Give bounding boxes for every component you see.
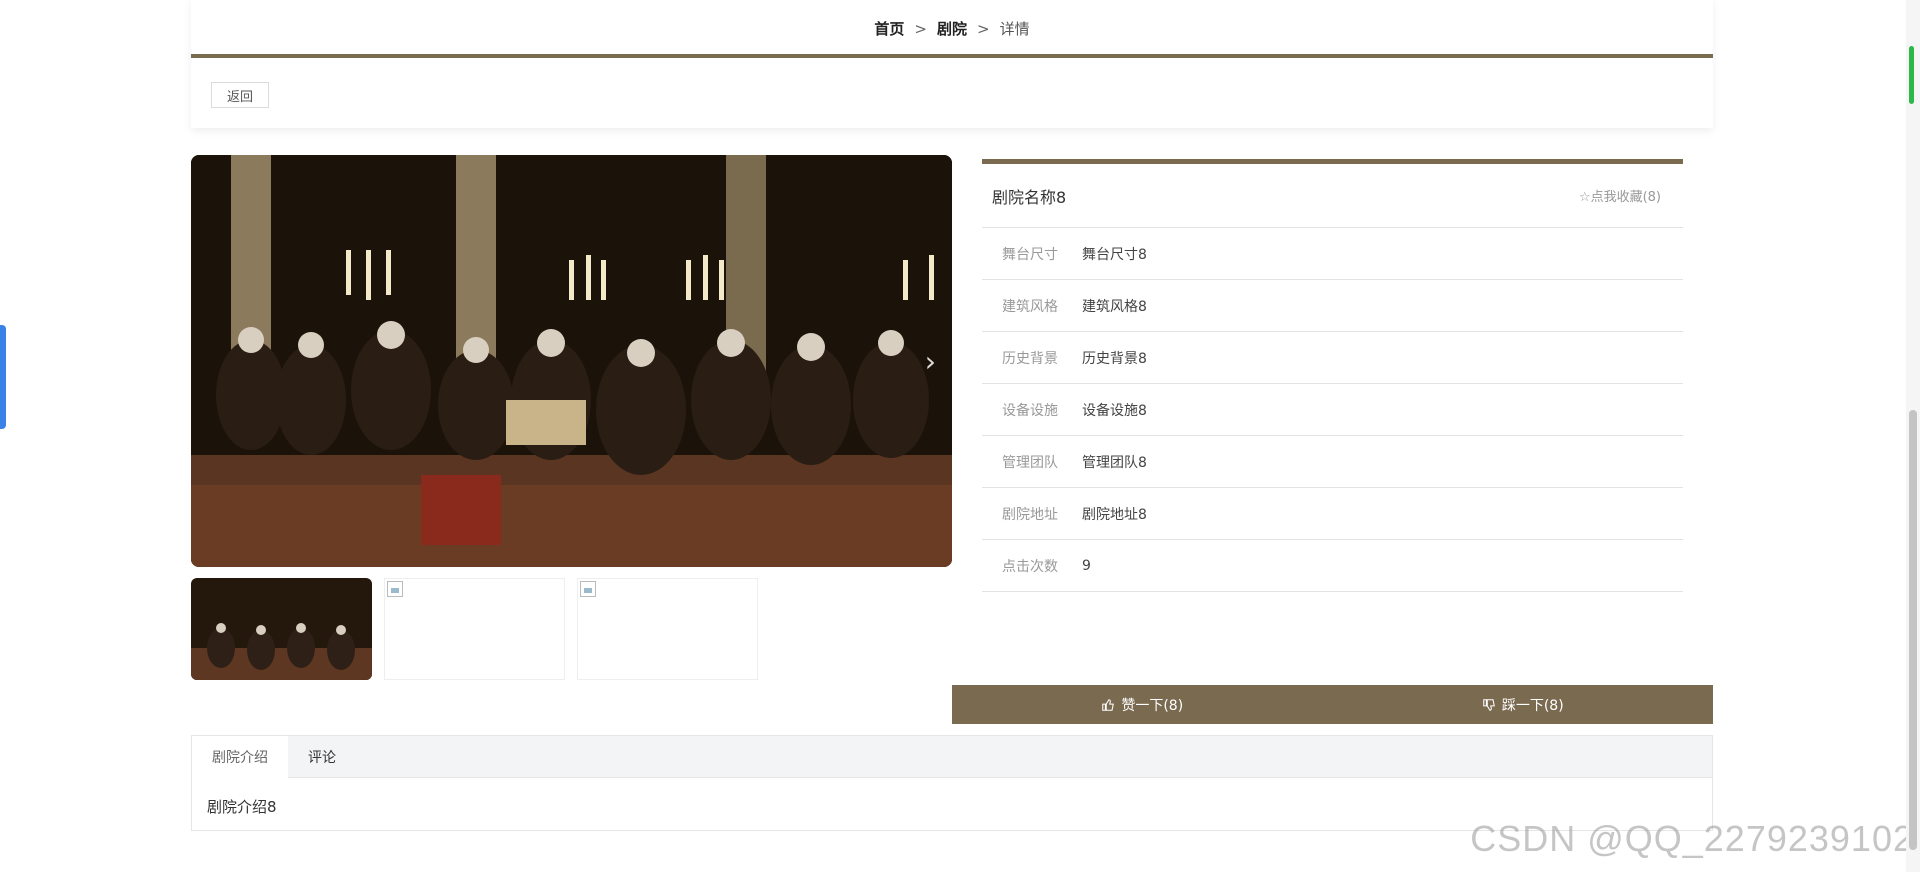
header-divider bbox=[191, 54, 1713, 58]
info-value: 设备设施8 bbox=[1082, 402, 1147, 419]
info-row: 历史背景 历史背景8 bbox=[982, 332, 1683, 384]
dislike-label: 踩一下(8) bbox=[1501, 697, 1564, 714]
thumbnail-3[interactable] bbox=[577, 578, 758, 680]
side-floating-tab[interactable] bbox=[0, 325, 6, 429]
back-button[interactable]: 返回 bbox=[211, 82, 269, 108]
tab-header: 剧院介绍 评论 bbox=[192, 736, 1712, 778]
tab-comments[interactable]: 评论 bbox=[288, 736, 356, 778]
header-card: 首页 > 剧院 > 详情 返回 bbox=[191, 0, 1713, 128]
info-row: 点击次数 9 bbox=[982, 540, 1683, 592]
thumbnail-1[interactable] bbox=[191, 578, 372, 680]
thumbnail-2[interactable] bbox=[384, 578, 565, 680]
thumbnail-photo bbox=[191, 578, 372, 680]
info-label: 建筑风格 bbox=[1002, 298, 1058, 315]
info-row: 剧院地址 剧院地址8 bbox=[982, 488, 1683, 540]
breadcrumb: 首页 > 剧院 > 详情 bbox=[191, 18, 1713, 39]
scroll-indicator bbox=[1909, 46, 1914, 104]
breadcrumb-separator: > bbox=[914, 20, 927, 38]
breadcrumb-separator: > bbox=[977, 20, 990, 38]
detail-tabs: 剧院介绍 评论 剧院介绍8 bbox=[191, 735, 1713, 831]
carousel-next-icon[interactable]: › bbox=[925, 345, 936, 378]
scrollbar-thumb[interactable] bbox=[1909, 410, 1917, 850]
info-title-row: 剧院名称8 ☆点我收藏(8) bbox=[982, 164, 1683, 228]
vote-bar: 赞一下(8) 踩一下(8) bbox=[952, 685, 1713, 724]
watermark: CSDN @QQ_2279239102 bbox=[1470, 818, 1914, 859]
info-label: 管理团队 bbox=[1002, 454, 1058, 471]
info-value: 剧院地址8 bbox=[1082, 506, 1147, 523]
info-label: 舞台尺寸 bbox=[1002, 246, 1058, 263]
favorite-button[interactable]: ☆点我收藏(8) bbox=[1579, 186, 1661, 205]
info-value: 舞台尺寸8 bbox=[1082, 246, 1147, 263]
concert-photo bbox=[191, 155, 952, 567]
theater-name: 剧院名称8 bbox=[992, 187, 1067, 207]
info-row: 管理团队 管理团队8 bbox=[982, 436, 1683, 488]
thumbs-down-icon bbox=[1483, 698, 1495, 711]
theater-info-panel: 剧院名称8 ☆点我收藏(8) 舞台尺寸 舞台尺寸8 建筑风格 建筑风格8 历史背景历… bbox=[982, 159, 1683, 592]
info-row: 设备设施 设备设施8 bbox=[982, 384, 1683, 436]
info-label: 设备设施 bbox=[1002, 402, 1058, 419]
image-carousel[interactable]: › bbox=[191, 155, 952, 567]
breadcrumb-theater[interactable]: 剧院 bbox=[937, 20, 967, 38]
page: 首页 > 剧院 > 详情 返回 › 剧院名称8 ☆点我收藏(8) 舞台尺寸 舞台… bbox=[0, 0, 1920, 872]
info-label: 历史背景 bbox=[1002, 350, 1058, 367]
info-label: 点击次数 bbox=[1002, 558, 1058, 575]
dislike-button[interactable]: 踩一下(8) bbox=[1333, 685, 1714, 724]
info-value: 管理团队8 bbox=[1082, 454, 1147, 471]
broken-image-icon bbox=[387, 581, 403, 597]
breadcrumb-home[interactable]: 首页 bbox=[874, 20, 904, 38]
info-row: 舞台尺寸 舞台尺寸8 bbox=[982, 228, 1683, 280]
like-button[interactable]: 赞一下(8) bbox=[952, 685, 1333, 724]
scrollbar[interactable] bbox=[1906, 0, 1920, 872]
thumbs-up-icon bbox=[1102, 698, 1115, 711]
info-value: 历史背景8 bbox=[1082, 350, 1147, 367]
breadcrumb-current: 详情 bbox=[999, 20, 1030, 38]
info-row: 建筑风格 建筑风格8 bbox=[982, 280, 1683, 332]
like-label: 赞一下(8) bbox=[1121, 697, 1184, 714]
info-value: 9 bbox=[1082, 557, 1091, 574]
info-value: 建筑风格8 bbox=[1082, 298, 1147, 315]
broken-image-icon bbox=[580, 581, 596, 597]
info-label: 剧院地址 bbox=[1002, 506, 1058, 523]
tab-introduction[interactable]: 剧院介绍 bbox=[192, 736, 288, 778]
